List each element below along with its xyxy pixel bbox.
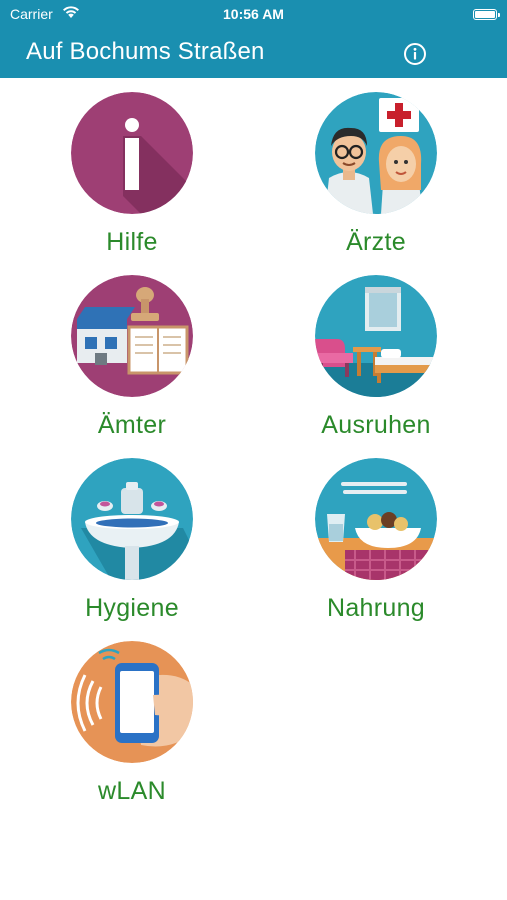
battery-icon	[473, 9, 500, 20]
tile-label: Hilfe	[106, 228, 158, 256]
tile-nahrung[interactable]: Nahrung	[286, 458, 466, 628]
nav-bar: Auf Bochums Straßen	[0, 30, 507, 78]
info-icon[interactable]	[403, 42, 427, 66]
tile-label: wLAN	[98, 777, 166, 805]
tile-label: Ausruhen	[321, 411, 431, 439]
tile-aerzte[interactable]: Ärzte	[286, 92, 466, 262]
tile-hilfe[interactable]: Hilfe	[42, 92, 222, 262]
page-title: Auf Bochums Straßen	[26, 38, 265, 65]
tile-wlan[interactable]: wLAN	[42, 641, 222, 811]
hygiene-icon	[71, 458, 193, 580]
tile-label: Ärzte	[346, 228, 406, 256]
tile-label: Hygiene	[85, 594, 179, 622]
food-icon	[315, 458, 437, 580]
offices-icon	[71, 275, 193, 397]
doctors-icon	[315, 92, 437, 214]
wlan-icon	[71, 641, 193, 763]
status-bar: Carrier 10:56 AM	[0, 0, 507, 30]
clock: 10:56 AM	[223, 6, 284, 22]
help-info-icon	[71, 92, 193, 214]
tile-ausruhen[interactable]: Ausruhen	[286, 275, 466, 445]
tile-aemter[interactable]: Ämter	[42, 275, 222, 445]
tile-label: Nahrung	[327, 594, 425, 622]
tile-hygiene[interactable]: Hygiene	[42, 458, 222, 628]
tile-label: Ämter	[97, 411, 167, 439]
rest-icon	[315, 275, 437, 397]
